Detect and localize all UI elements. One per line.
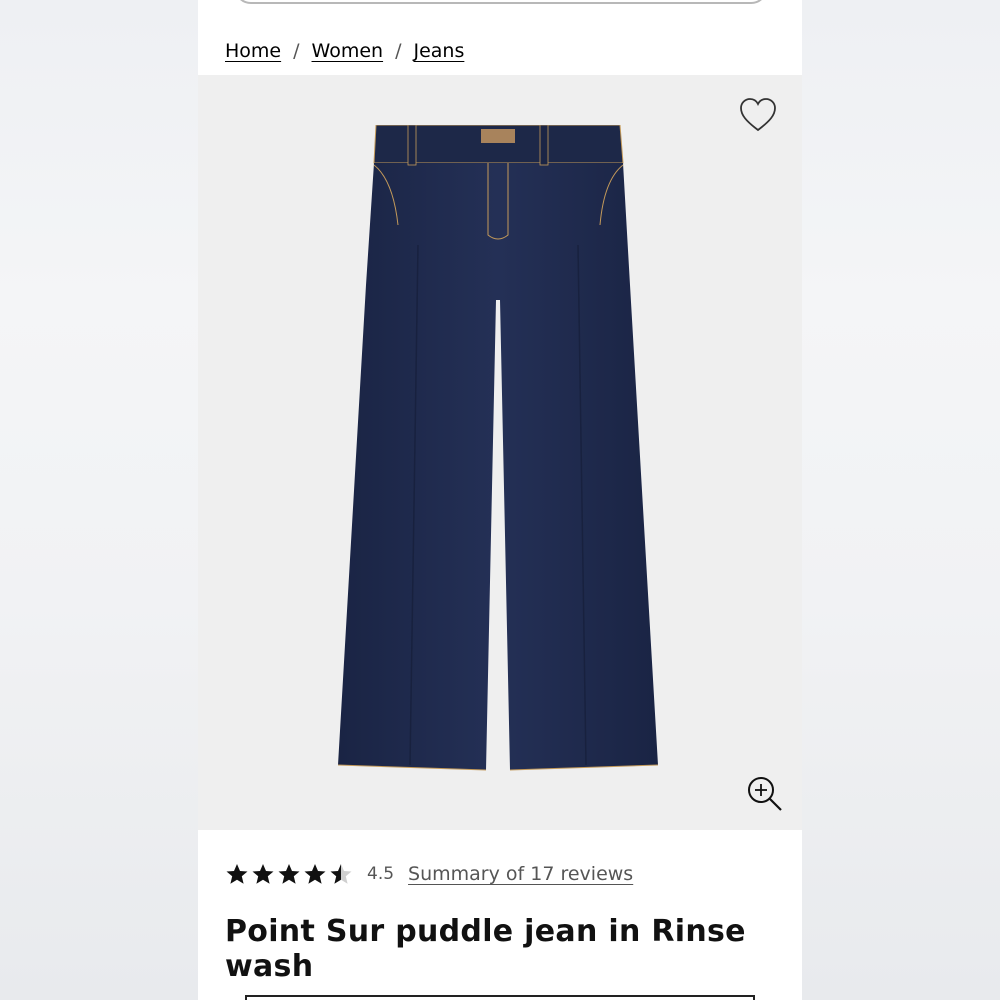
left-backdrop (0, 0, 198, 1000)
size-selector-box[interactable] (245, 995, 755, 1000)
rating-row: 4.5 Summary of 17 reviews (225, 858, 633, 890)
star-icon (278, 864, 300, 884)
product-image (338, 125, 658, 771)
breadcrumb-jeans[interactable]: Jeans (413, 40, 464, 62)
zoom-in-icon[interactable] (746, 775, 784, 813)
right-backdrop (802, 0, 1000, 1000)
star-icon (252, 864, 274, 884)
product-image-area[interactable] (198, 75, 802, 830)
star-icon (226, 864, 248, 884)
half-star-icon (330, 864, 352, 884)
rating-value: 4.5 (367, 864, 395, 884)
breadcrumb-separator: / (293, 40, 300, 62)
reviews-summary-link[interactable]: Summary of 17 reviews (408, 863, 633, 885)
search-input[interactable] (234, 0, 768, 4)
product-title: Point Sur puddle jean in Rinse wash (225, 914, 746, 984)
heart-outline-icon[interactable] (738, 97, 778, 133)
star-icon (304, 864, 326, 884)
breadcrumb-separator: / (395, 40, 402, 62)
product-page: Home / Women / Jeans 4.5 Summary of 17 r… (198, 0, 802, 1000)
breadcrumb: Home / Women / Jeans (225, 38, 464, 64)
star-rating (225, 862, 353, 886)
breadcrumb-women[interactable]: Women (312, 40, 384, 62)
breadcrumb-home[interactable]: Home (225, 40, 281, 62)
